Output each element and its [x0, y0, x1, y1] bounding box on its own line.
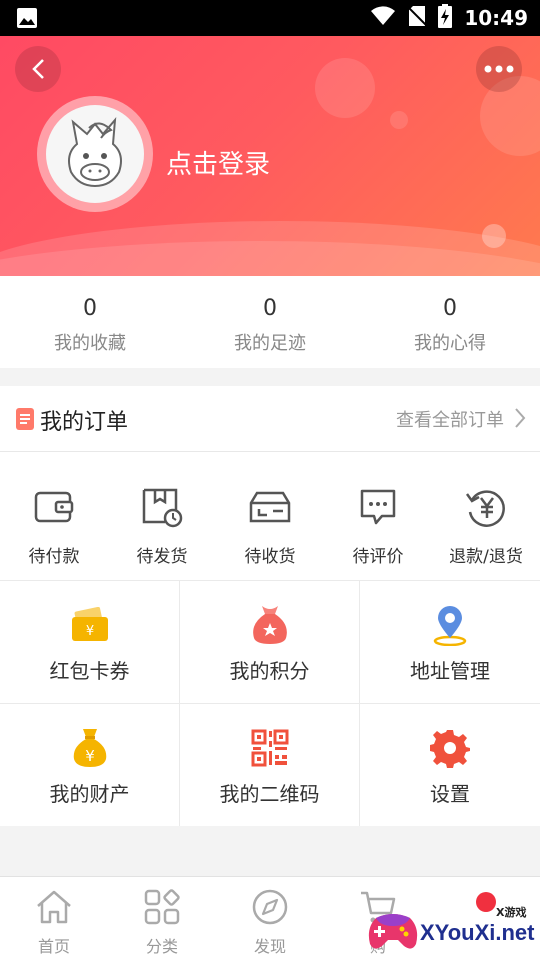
grid-item-qrcode[interactable]: 我的二维码 — [180, 703, 360, 826]
nav-discover[interactable]: 发现 — [216, 877, 324, 960]
location-pin-icon — [360, 603, 540, 647]
chevron-right-icon — [514, 407, 526, 433]
stat-reviews[interactable]: 0 我的心得 — [360, 276, 540, 368]
stat-value: 0 — [83, 296, 97, 321]
view-all-orders-link[interactable]: 查看全部订单 — [396, 406, 504, 432]
coupon-icon: ¥ — [0, 603, 179, 647]
compass-icon — [216, 887, 324, 927]
category-icon — [108, 887, 216, 927]
stat-label: 我的心得 — [414, 333, 486, 354]
stat-value: 0 — [263, 296, 277, 321]
grid-item-address[interactable]: 地址管理 — [360, 580, 540, 703]
nav-category[interactable]: 分类 — [108, 877, 216, 960]
default-horse-avatar-icon — [46, 105, 144, 203]
decor-bubble — [390, 111, 408, 129]
more-dots-icon — [484, 65, 514, 73]
battery-charging-icon — [438, 4, 453, 32]
grid-label: 我的财产 — [49, 782, 130, 806]
wallet-icon — [0, 484, 108, 530]
grid-label: 红包卡券 — [49, 659, 130, 683]
decor-bubble — [315, 58, 375, 118]
stat-favorites[interactable]: 0 我的收藏 — [0, 276, 180, 368]
money-bag-icon: ¥ — [0, 726, 179, 770]
points-bag-icon — [180, 603, 359, 647]
grid-item-coupons[interactable]: ¥ 红包卡券 — [0, 580, 180, 703]
order-label: 待付款 — [28, 547, 80, 567]
nav-label: 首页 — [37, 937, 70, 956]
svg-text:¥: ¥ — [85, 747, 95, 765]
nav-home[interactable]: 首页 — [0, 877, 108, 960]
stat-label: 我的足迹 — [234, 333, 306, 354]
stat-label: 我的收藏 — [54, 333, 126, 354]
grid-item-assets[interactable]: ¥ 我的财产 — [0, 703, 180, 826]
avatar[interactable] — [37, 96, 153, 212]
refund-icon — [432, 484, 540, 530]
image-notification-icon — [16, 7, 38, 33]
grid-label: 我的积分 — [229, 659, 310, 683]
package-clock-icon — [108, 484, 216, 530]
order-label: 待评价 — [352, 547, 404, 567]
home-icon — [0, 887, 108, 927]
order-status-row: 待付款 待发货 待收货 待评价 退款/退货 — [0, 452, 540, 580]
watermark-text: XYouXi.net — [420, 920, 535, 945]
settings-gear-icon — [360, 726, 540, 770]
orders-header[interactable]: 我的订单 查看全部订单 — [0, 386, 540, 452]
order-document-icon — [16, 408, 34, 434]
back-button[interactable] — [15, 46, 61, 92]
profile-header: 点击登录 — [0, 36, 540, 276]
order-pending-receipt[interactable]: 待收货 — [216, 452, 324, 580]
order-label: 待发货 — [136, 547, 188, 567]
order-label: 退款/退货 — [449, 547, 523, 567]
nav-label: 分类 — [145, 937, 178, 956]
orders-title: 我的订单 — [40, 410, 129, 435]
watermark: X游戏 XYouXi.net — [366, 890, 540, 960]
login-link[interactable]: 点击登录 — [166, 144, 270, 181]
service-grid: ¥ 红包卡券 我的积分 地址管理 ¥ 我的财产 我的二维码 设置 — [0, 580, 540, 826]
comment-icon — [324, 484, 432, 530]
more-button[interactable] — [476, 46, 522, 92]
stat-footprints[interactable]: 0 我的足迹 — [180, 276, 360, 368]
gamepad-logo-icon — [368, 914, 418, 949]
grid-item-points[interactable]: 我的积分 — [180, 580, 360, 703]
no-sim-icon — [407, 5, 428, 31]
clock: 10:49 — [464, 6, 528, 30]
order-pending-review[interactable]: 待评价 — [324, 452, 432, 580]
order-refund[interactable]: 退款/退货 — [432, 452, 540, 580]
stats-bar: 0 我的收藏 0 我的足迹 0 我的心得 — [0, 276, 540, 368]
grid-label: 地址管理 — [410, 659, 490, 683]
chevron-left-icon — [32, 59, 44, 79]
grid-label: 我的二维码 — [219, 782, 320, 806]
qr-code-icon — [180, 726, 359, 770]
watermark-small-text: X游戏 — [496, 906, 527, 919]
delivery-card-icon — [216, 484, 324, 530]
order-pending-payment[interactable]: 待付款 — [0, 452, 108, 580]
svg-text:¥: ¥ — [85, 624, 93, 639]
wifi-icon — [370, 6, 396, 30]
status-bar: 10:49 — [0, 0, 540, 36]
watermark-dot — [476, 892, 496, 912]
grid-item-settings[interactable]: 设置 — [360, 703, 540, 826]
order-pending-shipment[interactable]: 待发货 — [108, 452, 216, 580]
nav-label: 发现 — [253, 937, 286, 956]
order-label: 待收货 — [244, 547, 296, 567]
grid-label: 设置 — [430, 782, 470, 806]
stat-value: 0 — [443, 296, 457, 321]
